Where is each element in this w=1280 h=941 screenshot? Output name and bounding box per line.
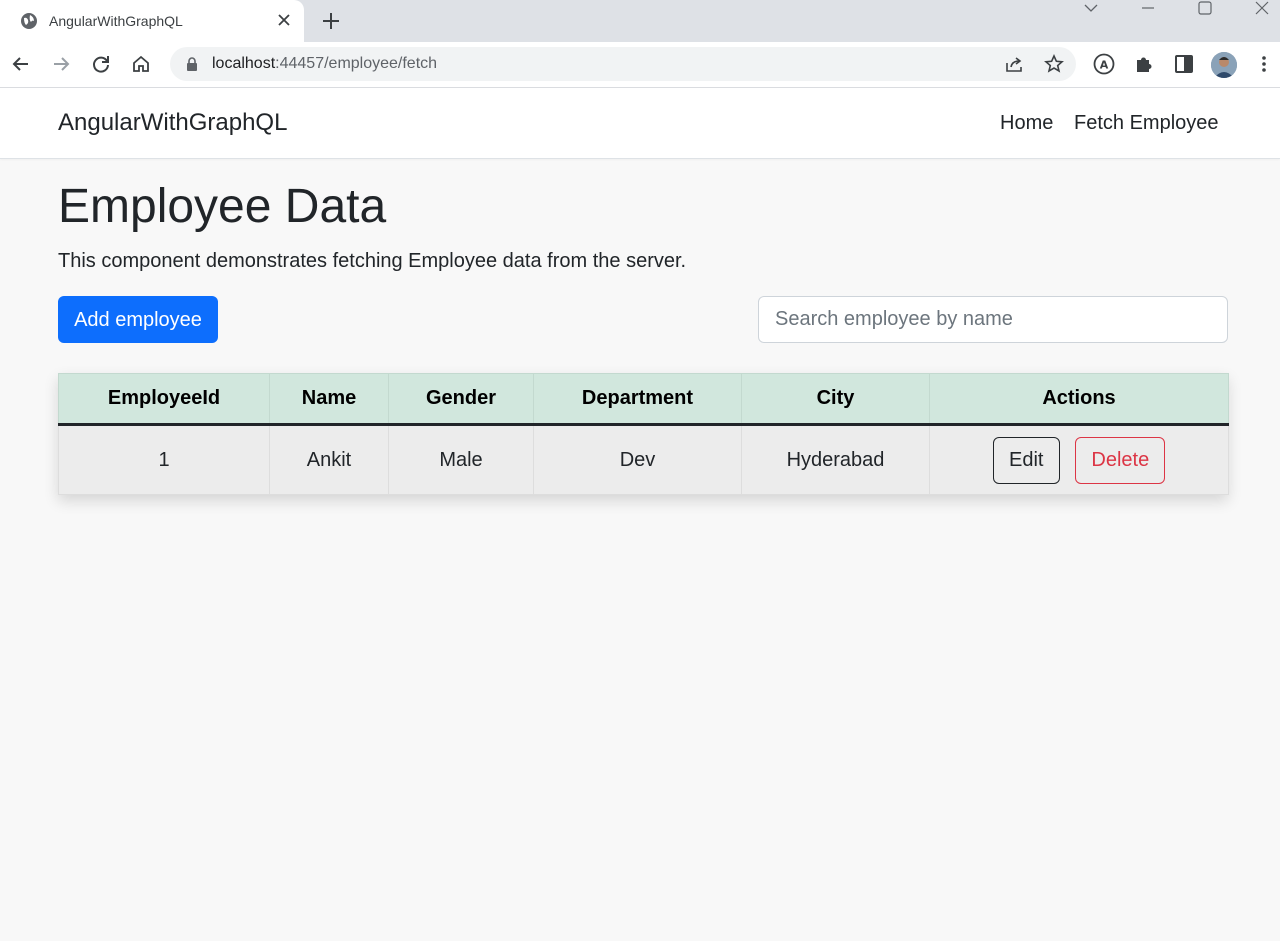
svg-text:A: A	[1100, 59, 1109, 72]
delete-button[interactable]: Delete	[1075, 436, 1166, 484]
browser-tab-strip: AngularWithGraphQL	[0, 0, 1280, 42]
puzzle-icon[interactable]	[1133, 53, 1155, 75]
home-icon[interactable]	[130, 53, 152, 75]
avatar-image	[1211, 52, 1237, 78]
column-header-actions: Actions	[929, 373, 1229, 426]
navbar-brand[interactable]: AngularWithGraphQL	[58, 108, 287, 138]
avatar[interactable]	[1211, 52, 1237, 78]
url-path: :44457/employee/fetch	[275, 55, 438, 72]
extension-a-icon[interactable]: A	[1093, 53, 1115, 75]
new-tab-icon[interactable]	[320, 10, 342, 32]
column-header-city: City	[741, 373, 930, 426]
reload-icon[interactable]	[90, 53, 112, 75]
share-icon[interactable]	[1004, 54, 1024, 74]
nav-link-home[interactable]: Home	[1000, 111, 1053, 135]
back-icon[interactable]	[10, 53, 32, 75]
lock-icon[interactable]	[185, 57, 199, 72]
maximize-icon[interactable]	[1190, 0, 1220, 20]
column-header-gender: Gender	[388, 373, 534, 426]
more-vert-icon[interactable]	[1253, 53, 1275, 75]
globe-icon	[21, 13, 37, 29]
cell-gender: Male	[388, 424, 534, 495]
chevron-down-icon[interactable]	[1076, 0, 1106, 20]
cell-employeeid: 1	[58, 424, 270, 495]
cell-name: Ankit	[269, 424, 389, 495]
tab-title: AngularWithGraphQL	[49, 13, 183, 29]
forward-icon[interactable]	[50, 53, 72, 75]
browser-toolbar: localhost:44457/employee/fetch A	[0, 42, 1280, 88]
url-host: localhost	[212, 55, 276, 72]
window-close-icon[interactable]	[1247, 0, 1277, 20]
url-text: localhost:44457/employee/fetch	[212, 55, 437, 73]
cell-actions: Edit Delete	[929, 424, 1229, 495]
column-header-employeeid: EmployeeId	[58, 373, 270, 426]
close-icon[interactable]	[275, 11, 293, 29]
browser-tab[interactable]: AngularWithGraphQL	[0, 0, 304, 42]
column-header-department: Department	[533, 373, 742, 426]
side-panel-icon[interactable]	[1173, 53, 1195, 75]
nav-link-fetch-employee[interactable]: Fetch Employee	[1074, 111, 1219, 135]
edit-button[interactable]: Edit	[992, 436, 1060, 484]
cell-department: Dev	[533, 424, 742, 495]
employee-table: EmployeeId Name Gender Department City A…	[58, 373, 1229, 495]
add-employee-button[interactable]: Add employee	[58, 296, 218, 343]
table-header-row: EmployeeId Name Gender Department City A…	[58, 373, 1229, 426]
star-icon[interactable]	[1044, 54, 1064, 74]
column-header-name: Name	[269, 373, 389, 426]
app-navbar: AngularWithGraphQL Home Fetch Employee	[0, 88, 1280, 159]
cell-city: Hyderabad	[741, 424, 930, 495]
page-title: Employee Data	[58, 180, 387, 233]
minimize-icon[interactable]	[1133, 0, 1163, 20]
page-description: This component demonstrates fetching Emp…	[58, 250, 687, 272]
address-bar[interactable]: localhost:44457/employee/fetch	[170, 47, 1076, 81]
search-input[interactable]	[758, 296, 1228, 343]
table-row: 1 Ankit Male Dev Hyderabad Edit Delete	[58, 424, 1229, 495]
